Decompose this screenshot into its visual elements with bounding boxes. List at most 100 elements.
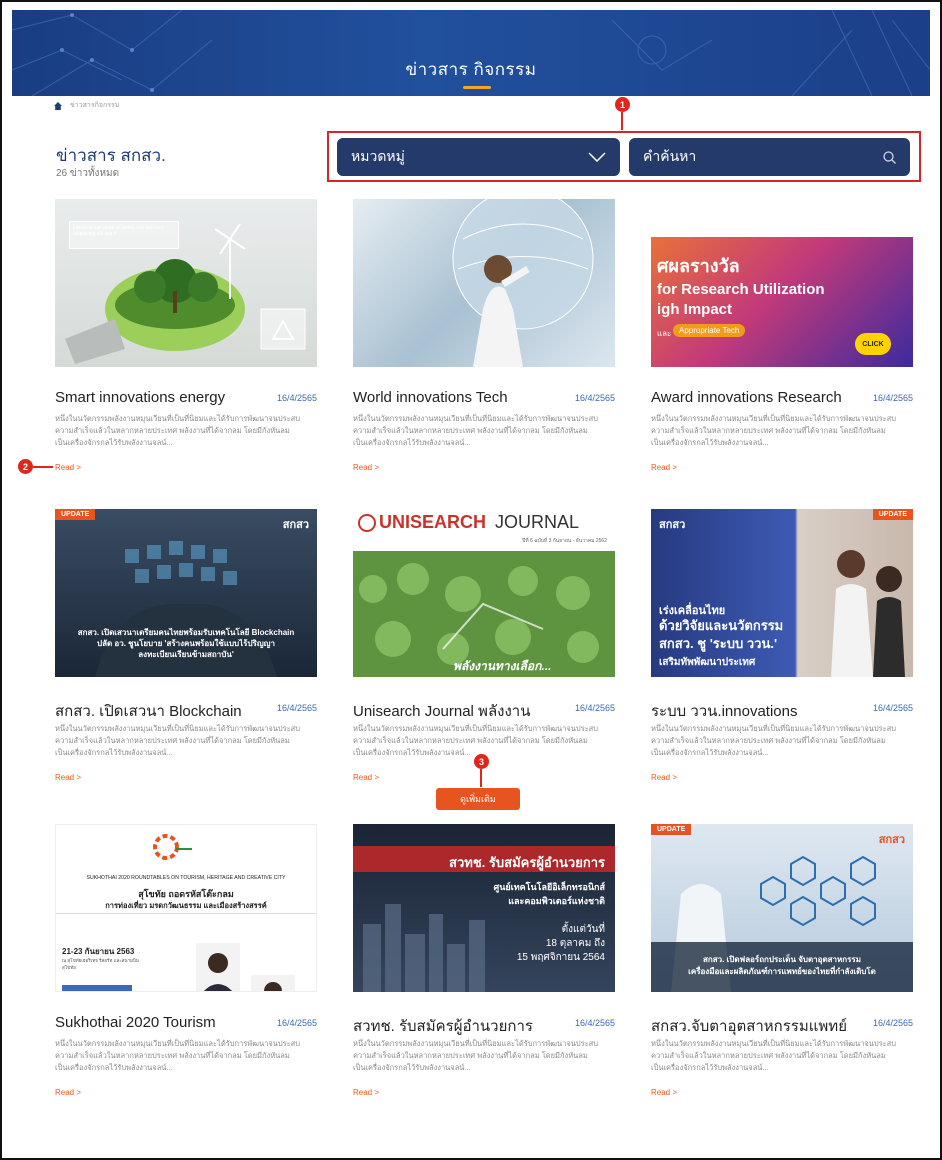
- thumb-text: เครื่องมือและผลิตภัณฑ์การแพทย์ของไทยที่ก…: [688, 967, 876, 976]
- thumb-text: สกสว. เปิดฟลอร์ถกประเด็น จับตาอุตสาหกรรม: [702, 955, 861, 964]
- annotation-marker-2: 2: [18, 459, 33, 474]
- card-desc-line: หนึ่งในนวัตกรรมพลังงานหมุนเวียนที่เป็นที…: [55, 1039, 300, 1048]
- card-desc-line: หนึ่งในนวัตกรรมพลังงานหมุนเวียนที่เป็นที…: [353, 1039, 598, 1048]
- annotation-arrow-1: [621, 112, 623, 130]
- card-desc-line: ความสำเร็จแล้วในหลากหลายประเทศ พลังงานที…: [353, 1051, 588, 1060]
- read-more-link[interactable]: Read >: [651, 463, 677, 472]
- card-title[interactable]: Award innovations Research: [651, 389, 842, 406]
- thumb-text: ตั้งแต่วันที่: [561, 924, 605, 935]
- card-date: 16/4/2565: [276, 393, 317, 403]
- card-thumbnail[interactable]: UPDATE สกสว สกสว. เปิดเสวนาเตรียมคนไทยพร…: [55, 509, 317, 677]
- card-desc-line: เป็นเครื่องจักรกลไว้รับพลังงานจลน์...: [651, 748, 769, 757]
- sponsor-logo-strip: [651, 199, 913, 237]
- card-desc-line: หนึ่งในนวัตกรรมพลังงานหมุนเวียนที่เป็นที…: [55, 724, 300, 733]
- card-title[interactable]: Smart innovations energy: [55, 389, 225, 406]
- card-title[interactable]: สกสว.จับตาอุตสาหกรรมแพทย์: [651, 1014, 847, 1038]
- city-illustration: [353, 846, 615, 992]
- read-more-link[interactable]: Read >: [353, 463, 379, 472]
- thumb-caption: สกสว. เปิดเสวนาเตรียมคนไทยพร้อมรับเทคโนโ…: [55, 627, 317, 660]
- card-desc-line: ความสำเร็จแล้วในหลากหลายประเทศ พลังงานที…: [353, 736, 588, 745]
- card-desc-line: ความสำเร็จแล้วในหลากหลายประเทศ พลังงานที…: [55, 1051, 290, 1060]
- card-desc-line: ความสำเร็จแล้วในหลากหลายประเทศ พลังงานที…: [55, 426, 290, 435]
- card-desc-line: หนึ่งในนวัตกรรมพลังงานหมุนเวียนที่เป็นที…: [651, 414, 896, 423]
- category-select[interactable]: หมวดหมู่: [337, 138, 620, 176]
- breadcrumb: ข่าวสารกิจกรรม: [54, 100, 119, 111]
- card-date: 16/4/2565: [574, 393, 615, 403]
- card-description: หนึ่งในนวัตกรรมพลังงานหมุนเวียนที่เป็นที…: [651, 413, 913, 449]
- card-desc-line: หนึ่งในนวัตกรรมพลังงานหมุนเวียนที่เป็นที…: [651, 724, 896, 733]
- search-icon[interactable]: [883, 150, 896, 164]
- card-date: 16/4/2565: [872, 1018, 913, 1028]
- card-thumbnail[interactable]: Lorem ipsum dolor sit amet, con sectetur…: [55, 199, 317, 367]
- card-date: 16/4/2565: [872, 703, 913, 713]
- card-desc-line: เป็นเครื่องจักรกลไว้รับพลังงานจลน์...: [353, 748, 471, 757]
- home-icon[interactable]: [54, 101, 62, 110]
- thumb-text: igh Impact: [657, 301, 733, 318]
- card-description: หนึ่งในนวัตกรรมพลังงานหมุนเวียนที่เป็นที…: [55, 723, 317, 759]
- card-title[interactable]: World innovations Tech: [353, 389, 508, 406]
- search-input[interactable]: คำค้นหา: [629, 138, 910, 176]
- card-thumbnail[interactable]: [353, 199, 615, 367]
- list-title: ข่าวสาร สกสว.: [56, 146, 166, 165]
- load-more-button[interactable]: ดูเพิ่มเติม: [436, 788, 520, 810]
- read-more-link[interactable]: Read >: [55, 773, 81, 782]
- breadcrumb-current: ข่าวสารกิจกรรม: [70, 102, 120, 109]
- thumb-text: 18 ตุลาคม ถึง: [545, 938, 605, 949]
- news-card[interactable]: UNISEARCH JOURNAL ปีที่ 6 ฉบับที่ 3 กันย…: [353, 509, 615, 809]
- card-title[interactable]: สกสว. เปิดเสวนา Blockchain: [55, 699, 242, 723]
- card-thumbnail[interactable]: SUKHOTHAI 2020 ROUNDTABLES ON TOURISM, H…: [55, 824, 317, 992]
- thumb-text: สกสว. ชู 'ระบบ ววน.': [659, 636, 778, 651]
- tsri-logo: สกสว: [659, 519, 686, 531]
- read-more-link[interactable]: Read >: [353, 773, 379, 782]
- title-underline: [463, 86, 491, 89]
- card-thumbnail[interactable]: UPDATE สกสว เร่งเคลื่อนไทย ด้วยวิจัยและน…: [651, 509, 913, 677]
- thumb-text: 15 พฤศจิกายน 2564: [516, 952, 605, 963]
- search-placeholder: คำค้นหา: [643, 148, 697, 164]
- news-card[interactable]: SUKHOTHAI 2020 ROUNDTABLES ON TOURISM, H…: [55, 824, 317, 1124]
- card-thumbnail[interactable]: UNISEARCH JOURNAL ปีที่ 6 ฉบับที่ 3 กันย…: [353, 509, 615, 677]
- list-count: 26 ข่าวทั้งหมด: [56, 168, 120, 179]
- card-description: หนึ่งในนวัตกรรมพลังงานหมุนเวียนที่เป็นที…: [353, 723, 615, 759]
- news-card[interactable]: UPDATE สกสว สกสว. เปิดเสวนาเตรียมคนไทยพร…: [55, 509, 317, 809]
- news-card[interactable]: World innovations Tech 16/4/2565 หนึ่งใน…: [353, 199, 615, 499]
- annotation-marker-1: 1: [615, 97, 630, 112]
- card-description: หนึ่งในนวัตกรรมพลังงานหมุนเวียนที่เป็นที…: [55, 413, 317, 449]
- card-description: หนึ่งในนวัตกรรมพลังงานหมุนเวียนที่เป็นที…: [55, 1038, 317, 1074]
- read-more-link[interactable]: Read >: [55, 463, 81, 472]
- card-desc-line: เป็นเครื่องจักรกลไว้รับพลังงานจลน์...: [55, 438, 173, 447]
- news-card[interactable]: ศผลรางวัล for Research Utilization igh I…: [651, 199, 913, 499]
- card-description: หนึ่งในนวัตกรรมพลังงานหมุนเวียนที่เป็นที…: [353, 1038, 615, 1074]
- card-desc-line: ความสำเร็จแล้วในหลากหลายประเทศ พลังงานที…: [353, 426, 588, 435]
- card-thumbnail[interactable]: UPDATE สกสว สกสว. เปิดฟลอร์ถกประเด็น จับ…: [651, 824, 913, 992]
- card-thumbnail[interactable]: ศผลรางวัล for Research Utilization igh I…: [651, 199, 913, 367]
- read-more-link[interactable]: Read >: [651, 1088, 677, 1097]
- read-more-link[interactable]: Read >: [353, 1088, 379, 1097]
- thumb-text: ปีที่ 6 ฉบับที่ 3 กันยายน - ธันวาคม 2562: [522, 538, 607, 544]
- card-title[interactable]: Sukhothai 2020 Tourism: [55, 1014, 216, 1031]
- thumb-text: for Research Utilization: [657, 281, 825, 298]
- card-desc-line: เป็นเครื่องจักรกลไว้รับพลังงานจลน์...: [651, 1063, 769, 1072]
- read-more-link[interactable]: Read >: [651, 773, 677, 782]
- thumb-text: พลังงานทางเลือก...: [453, 659, 552, 673]
- read-more-link[interactable]: Read >: [55, 1088, 81, 1097]
- news-card[interactable]: Lorem ipsum dolor sit amet, con sectetur…: [55, 199, 317, 499]
- thumb-text: ศผลรางวัล: [657, 256, 740, 276]
- card-desc-line: หนึ่งในนวัตกรรมพลังงานหมุนเวียนที่เป็นที…: [651, 1039, 896, 1048]
- card-description: หนึ่งในนวัตกรรมพลังงานหมุนเวียนที่เป็นที…: [353, 413, 615, 449]
- card-thumbnail[interactable]: สวทช. รับสมัครผู้อำนวยการ ศูนย์เทคโนโลยี…: [353, 824, 615, 992]
- card-desc-line: ความสำเร็จแล้วในหลากหลายประเทศ พลังงานที…: [55, 736, 290, 745]
- card-desc-line: หนึ่งในนวัตกรรมพลังงานหมุนเวียนที่เป็นที…: [55, 414, 300, 423]
- card-date: 16/4/2565: [276, 703, 317, 713]
- tsri-logo: สกสว: [282, 519, 309, 531]
- card-title[interactable]: สวทช. รับสมัครผู้อำนวยการ: [353, 1014, 533, 1038]
- news-card[interactable]: UPDATE สกสว สกสว. เปิดฟลอร์ถกประเด็น จับ…: [651, 824, 913, 1124]
- card-title[interactable]: Unisearch Journal พลังงาน: [353, 699, 530, 723]
- chevron-down-icon: [588, 152, 606, 162]
- bulb-illustration: [65, 223, 306, 364]
- news-card[interactable]: UPDATE สกสว เร่งเคลื่อนไทย ด้วยวิจัยและน…: [651, 509, 913, 809]
- thumb-text: และคอมพิวเตอร์แห่งชาติ: [508, 896, 605, 906]
- news-card[interactable]: สวทช. รับสมัครผู้อำนวยการ ศูนย์เทคโนโลยี…: [353, 824, 615, 1124]
- category-select-label: หมวดหมู่: [351, 148, 405, 164]
- card-title[interactable]: ระบบ ววน.innovations: [651, 699, 797, 723]
- card-desc-line: เป็นเครื่องจักรกลไว้รับพลังงานจลน์...: [353, 438, 471, 447]
